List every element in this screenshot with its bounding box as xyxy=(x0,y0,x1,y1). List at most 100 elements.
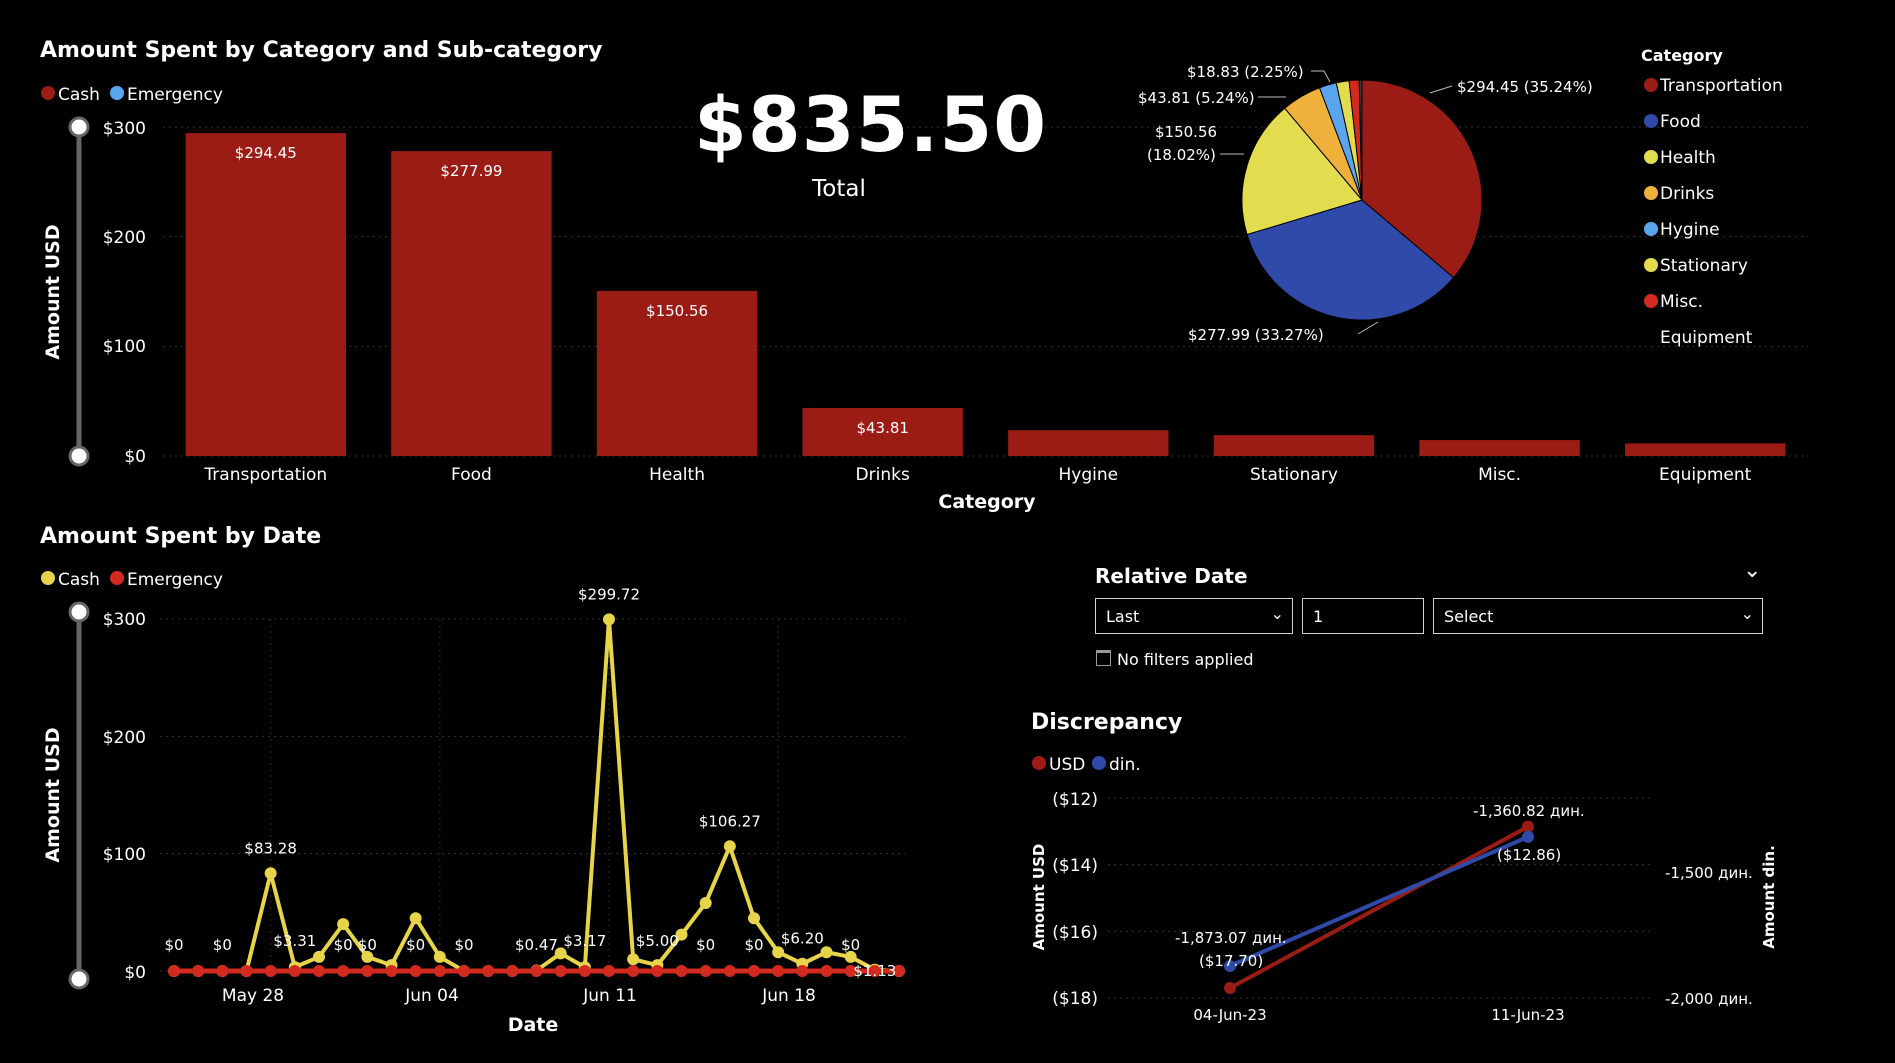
bar-food[interactable] xyxy=(391,151,552,456)
bar-transportation[interactable] xyxy=(185,133,347,457)
pie-legend-item[interactable]: Drinks xyxy=(1660,184,1714,204)
line-point-cash[interactable] xyxy=(337,918,350,931)
line-point-cash[interactable] xyxy=(409,912,422,925)
discrepancy-title: Discrepancy xyxy=(1031,710,1182,735)
line-point-cash[interactable] xyxy=(772,946,785,959)
total-label: Total xyxy=(812,176,866,202)
line-x-tick: Jun 18 xyxy=(761,986,816,1006)
pie-leader xyxy=(1429,85,1453,94)
bar-data-label: $150.56 xyxy=(646,302,708,320)
line-point-emergency[interactable] xyxy=(506,965,519,977)
bar-misc[interactable] xyxy=(1419,440,1580,456)
line-point-emergency[interactable] xyxy=(772,965,785,977)
line-point-cash[interactable] xyxy=(313,950,325,963)
line-point-emergency[interactable] xyxy=(288,965,301,977)
legend-din-label[interactable]: din. xyxy=(1109,755,1141,775)
line-point-cash[interactable] xyxy=(433,950,446,963)
line-zoom-slider-top-handle[interactable] xyxy=(68,601,90,623)
line-x-axis-title: Date xyxy=(508,1014,559,1036)
relative-date-count-value: 1 xyxy=(1313,607,1324,626)
line-point-emergency[interactable] xyxy=(337,965,350,977)
bar-zoom-slider-top-handle[interactable] xyxy=(68,116,90,138)
line-point-emergency[interactable] xyxy=(627,965,640,977)
line-point-emergency[interactable] xyxy=(820,965,833,977)
discrepancy-point[interactable] xyxy=(1522,820,1534,833)
line-point-emergency[interactable] xyxy=(578,965,591,977)
bar-y-tick: $100 xyxy=(103,337,146,357)
line-point-cash[interactable] xyxy=(627,953,640,966)
bar-x-tick: Hygine xyxy=(1059,465,1119,485)
legend-emergency-label[interactable]: Emergency xyxy=(127,85,223,105)
pie-legend-item[interactable]: Equipment xyxy=(1660,328,1753,348)
bar-x-tick: Health xyxy=(649,465,705,485)
discrepancy-point-label: -1,360.82 дин. xyxy=(1473,802,1585,820)
pie-label-health: $150.56 xyxy=(1155,123,1217,141)
relative-date-count-input[interactable]: 1 xyxy=(1302,598,1424,634)
line-point-emergency[interactable] xyxy=(240,965,253,977)
legend-emergency-label[interactable]: Emergency xyxy=(127,570,223,590)
relative-date-unit-dropdown[interactable]: Select ⌄ xyxy=(1433,598,1763,634)
line-x-tick: Jun 11 xyxy=(582,986,637,1006)
line-point-emergency[interactable] xyxy=(603,965,615,977)
discrepancy-y-tick: ($18) xyxy=(1052,989,1098,1009)
line-point-cash[interactable] xyxy=(264,867,277,880)
discrepancy-usd-line[interactable] xyxy=(1229,824,1529,990)
line-point-emergency[interactable] xyxy=(796,965,809,977)
line-data-label: $0 xyxy=(744,936,763,954)
chevron-down-icon[interactable]: ⌄ xyxy=(1743,558,1761,583)
bar-equipment[interactable] xyxy=(1624,443,1786,456)
line-point-cash[interactable] xyxy=(820,946,833,959)
bar-zoom-slider-bottom-handle[interactable] xyxy=(68,445,90,467)
legend-cash-label[interactable]: Cash xyxy=(58,570,100,590)
line-y-axis-title: Amount USD xyxy=(42,727,64,862)
line-x-tick: May 28 xyxy=(222,986,284,1006)
line-point-emergency[interactable] xyxy=(651,965,664,977)
filter-status: No filters applied xyxy=(1096,650,1254,669)
line-series-cash[interactable] xyxy=(174,619,900,973)
line-data-label: $0 xyxy=(164,936,183,954)
line-point-emergency[interactable] xyxy=(699,965,712,977)
total-value: $835.50 xyxy=(694,80,1048,169)
line-point-cash[interactable] xyxy=(699,896,712,909)
line-point-cash[interactable] xyxy=(603,613,615,626)
line-point-emergency[interactable] xyxy=(675,965,688,977)
bar-x-tick: Equipment xyxy=(1659,465,1752,485)
line-point-cash[interactable] xyxy=(723,840,736,853)
line-point-emergency[interactable] xyxy=(748,965,760,977)
pie-label-health-pct: (18.02%) xyxy=(1147,146,1216,164)
line-point-emergency[interactable] xyxy=(361,965,374,977)
line-point-emergency[interactable] xyxy=(168,965,180,977)
line-point-emergency[interactable] xyxy=(313,965,325,977)
line-point-emergency[interactable] xyxy=(458,965,470,977)
line-point-cash[interactable] xyxy=(748,912,760,925)
line-point-emergency[interactable] xyxy=(216,965,229,977)
pie-label-hygine: $18.83 (2.25%) xyxy=(1187,63,1304,81)
bar-hygine[interactable] xyxy=(1008,430,1169,456)
legend-usd-label[interactable]: USD xyxy=(1049,755,1085,775)
discrepancy-series xyxy=(1224,820,1534,994)
pie-legend-item[interactable]: Transportation xyxy=(1659,76,1783,96)
line-point-emergency[interactable] xyxy=(482,965,495,977)
line-point-emergency[interactable] xyxy=(723,965,736,977)
chevron-down-icon: ⌄ xyxy=(1270,604,1284,623)
legend-cash-label[interactable]: Cash xyxy=(58,85,100,105)
line-point-emergency[interactable] xyxy=(264,965,277,977)
discrepancy-point[interactable] xyxy=(1522,830,1534,843)
line-point-emergency[interactable] xyxy=(554,965,567,977)
pie-legend-item[interactable]: Misc. xyxy=(1660,292,1703,312)
line-zoom-slider-bottom-handle[interactable] xyxy=(68,968,90,990)
line-point-emergency[interactable] xyxy=(433,965,446,977)
pie-legend-item[interactable]: Hygine xyxy=(1660,220,1720,240)
line-point-emergency[interactable] xyxy=(192,965,205,977)
relative-date-mode-dropdown[interactable]: Last ⌄ xyxy=(1095,598,1293,634)
bar-stationary[interactable] xyxy=(1213,435,1375,456)
line-series: $0 $0 $83.28 $3.31 $0 $0 $0 $0 $0.47 $3.17 $299.72… xyxy=(164,585,905,980)
pie-legend-item[interactable]: Health xyxy=(1660,148,1716,168)
line-point-emergency[interactable] xyxy=(385,965,398,977)
discrepancy-point[interactable] xyxy=(1224,982,1236,994)
pie-legend-item[interactable]: Stationary xyxy=(1660,256,1748,276)
relative-date-mode-value: Last xyxy=(1106,607,1140,626)
line-point-emergency[interactable] xyxy=(530,965,543,977)
line-point-emergency[interactable] xyxy=(409,965,422,977)
pie-legend-item[interactable]: Food xyxy=(1660,112,1701,132)
